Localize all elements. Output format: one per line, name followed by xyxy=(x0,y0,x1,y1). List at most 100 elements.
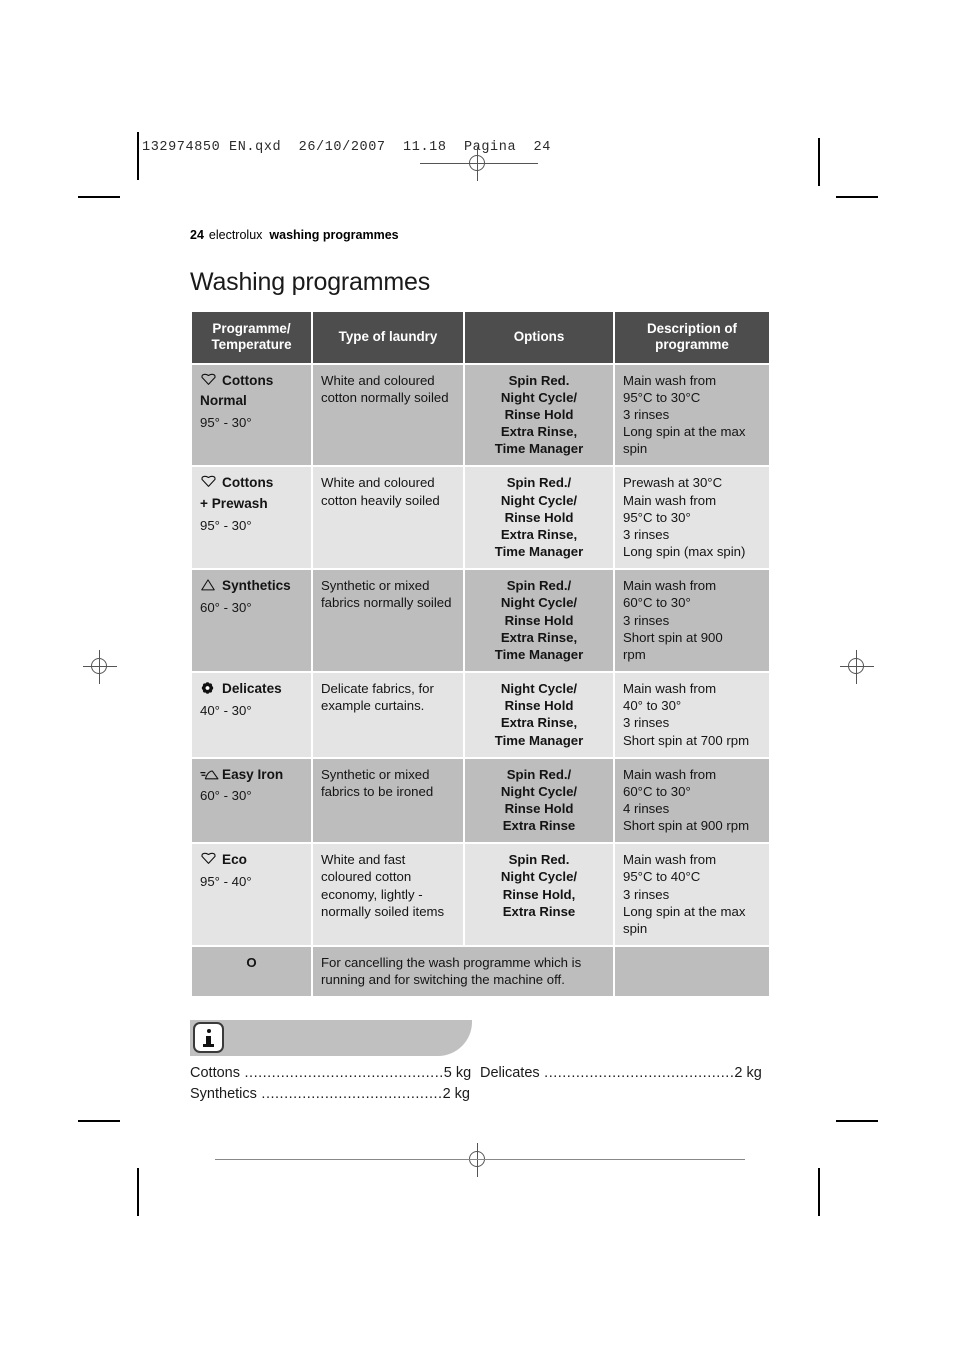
option-line: Rinse Hold, xyxy=(502,886,576,902)
programme-name-line: Cottons xyxy=(200,474,303,492)
crop-mark-top-right-vertical xyxy=(818,138,820,186)
description-line: Long spin at the max xyxy=(623,424,746,440)
max-load-list: Cottons ................................… xyxy=(190,1063,770,1105)
page-content: 24 electrolux washing programmes Washing p… xyxy=(190,228,770,1105)
description-cell: Prewash at 30°C Main wash from 95°C to 30°… xyxy=(615,467,769,569)
description-line: 3 rinses xyxy=(623,715,670,731)
table-header-row: Programme/ Temperature Type of laundry O… xyxy=(192,312,769,363)
option-line: Time Manager xyxy=(494,732,584,748)
programme-cell: Eco 95° - 40° xyxy=(192,844,311,946)
table-row: Eco 95° - 40° White and fast coloured cott… xyxy=(192,844,769,946)
option-line: Spin Red./ xyxy=(506,766,572,782)
programme-cell: Synthetics 60° - 30° xyxy=(192,570,311,672)
table-row: Delicates 40° - 30° Delicate fabrics, for … xyxy=(192,673,769,757)
option-line: Night Cycle/ xyxy=(500,869,578,885)
description-line: Short spin at 900 rpm xyxy=(623,818,750,834)
registration-line-bottom xyxy=(215,1159,745,1160)
cotton-tub-icon xyxy=(200,852,217,867)
running-head: 24 electrolux washing programmes xyxy=(190,228,770,242)
option-line: Time Manager xyxy=(494,441,584,457)
programme-temperature: 60° - 30° xyxy=(200,788,252,804)
programme-name: Synthetics xyxy=(222,578,291,594)
programme-name: Cottons xyxy=(222,372,274,388)
synthetics-triangle-icon xyxy=(200,578,217,593)
off-symbol-cell: O xyxy=(192,947,311,997)
qxd-file-stamp: 132974850 EN.qxd 26/10/2007 11.18 Pagina… xyxy=(142,140,551,155)
programme-temperature: 95° - 30° xyxy=(200,517,252,533)
type-of-laundry-cell: Delicate fabrics, for example curtains. xyxy=(313,673,463,757)
description-line: 3 rinses xyxy=(623,612,670,628)
description-line: 95°C to 40°C xyxy=(623,869,701,885)
crop-mark-top-left-vertical xyxy=(137,132,139,180)
load-label: Cottons xyxy=(190,1065,240,1082)
table-row-off: O For cancelling the wash programme which… xyxy=(192,947,769,997)
brand-name: electrolux xyxy=(208,228,263,242)
crop-mark-bottom-left-vertical xyxy=(137,1168,139,1216)
load-dots: ........................................ xyxy=(256,1086,443,1103)
table-row: Cottons + Prewash 95° - 30° White and colou… xyxy=(192,467,769,569)
type-of-laundry-cell: Synthetic or mixed fabrics normally soil… xyxy=(313,570,463,672)
page-title: Washing programmes xyxy=(190,268,431,296)
option-line: Night Cycle/ xyxy=(500,389,578,405)
description-line: spin xyxy=(623,920,648,936)
column-header-programme: Programme/ Temperature xyxy=(192,312,311,363)
page-number: 24 xyxy=(190,228,204,242)
description-line: Long spin at the max xyxy=(623,903,746,919)
options-cell: Spin Red./Night Cycle/Rinse Hold Extra Ri… xyxy=(465,467,613,569)
description-line: Main wash from xyxy=(623,372,717,388)
options-cell: Spin Red./Night Cycle/Rinse Hold Extra Ri… xyxy=(465,758,613,843)
description-line: Short spin at 900 xyxy=(623,629,723,645)
load-value: 2 kg xyxy=(734,1065,762,1082)
programme-cell: Cottons Normal 95° - 30° xyxy=(192,364,311,466)
programme-name: Delicates xyxy=(222,681,282,697)
options-cell: Spin Red. Night Cycle/Rinse Hold, Extra Ri… xyxy=(465,844,613,946)
option-line: Time Manager xyxy=(494,646,584,662)
description-line: 3 rinses xyxy=(623,407,670,422)
registration-line-top xyxy=(420,163,538,164)
description-line: Main wash from xyxy=(623,492,717,508)
programme-name-line: Easy Iron xyxy=(200,766,303,784)
description-line: 60°C to 30° xyxy=(623,783,691,799)
type-of-laundry-cell: White and coloured cotton heavily soiled xyxy=(313,467,463,569)
load-value: 5 kg xyxy=(443,1065,472,1082)
description-line: 4 rinses xyxy=(623,800,670,816)
programme-name-line: Cottons xyxy=(200,372,303,390)
option-line: Spin Red./ xyxy=(506,475,572,491)
description-cell: Main wash from 60°C to 30° 3 rinses Short s… xyxy=(615,570,769,672)
description-line: 95°C to 30° xyxy=(623,509,691,525)
crop-mark-bottom-right-horizontal xyxy=(836,1120,878,1122)
description-cell: Main wash from 95°C to 40°C 3 rinses Long s… xyxy=(615,844,769,946)
programme-cell: Delicates 40° - 30° xyxy=(192,673,311,757)
load-value: 2 kg xyxy=(442,1086,470,1103)
washing-programmes-table: Programme/ Temperature Type of laundry O… xyxy=(190,310,771,998)
column-header-description-line2: programme xyxy=(655,337,729,353)
option-line: Rinse Hold xyxy=(504,612,574,628)
description-line: Main wash from xyxy=(623,766,717,782)
table-row: Cottons Normal 95° - 30° White and coloured… xyxy=(192,364,769,466)
option-line: Rinse Hold xyxy=(504,800,574,816)
crop-mark-bottom-right-vertical xyxy=(818,1168,820,1216)
description-line: Main wash from xyxy=(623,578,717,594)
list-item: Delicates ..............................… xyxy=(480,1063,770,1084)
crop-mark-top-left-horizontal xyxy=(78,196,120,198)
easy-iron-icon xyxy=(200,767,219,782)
registration-mark-left xyxy=(83,650,117,684)
options-cell: Spin Red. Night Cycle/Rinse Hold Extra Rin… xyxy=(465,364,613,466)
programme-temperature: 95° - 40° xyxy=(200,873,252,889)
programme-temperature: 60° - 30° xyxy=(200,599,252,615)
delicates-flower-icon xyxy=(200,681,217,696)
option-line: Spin Red./ xyxy=(506,578,572,594)
column-header-type-of-laundry: Type of laundry xyxy=(313,312,463,363)
programme-temperature: 40° - 30° xyxy=(200,702,252,718)
programme-name-line: Synthetics xyxy=(200,577,303,595)
option-line: Rinse Hold xyxy=(504,509,574,525)
options-cell: Night Cycle/Rinse Hold Extra Rinse, Time M… xyxy=(465,673,613,757)
option-line: Extra Rinse, xyxy=(500,629,578,645)
max-load-column-left: Cottons ................................… xyxy=(190,1063,480,1105)
description-line: rpm xyxy=(623,646,646,662)
option-line: Extra Rinse, xyxy=(500,715,578,731)
description-cell: Main wash from 60°C to 30° 4 rinses Short s… xyxy=(615,758,769,843)
column-header-programme-line2: Temperature xyxy=(211,337,292,353)
crop-mark-bottom-left-horizontal xyxy=(78,1120,120,1122)
description-line: 3 rinses xyxy=(623,526,670,542)
